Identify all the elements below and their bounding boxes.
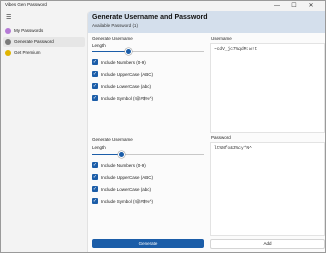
checkbox-checked-icon[interactable]: ✓ [92, 95, 98, 101]
option-label: Include LowerCase (abc) [101, 83, 152, 89]
page-title: Generate Username and Password [92, 14, 208, 21]
premium-icon [5, 50, 11, 56]
option-label: Include UpperCase (ABC) [101, 174, 154, 180]
page-subtitle: Available Password (1) [92, 23, 138, 28]
username-output-label: Username [211, 36, 232, 41]
lock-icon [5, 28, 11, 34]
option-label: Include Symbol (!@#$%^) [101, 95, 153, 101]
checkbox-checked-icon[interactable]: ✓ [92, 186, 98, 192]
maximize-button[interactable]: ☐ [287, 1, 301, 11]
option-label: Include Numbers (0-9) [101, 59, 146, 65]
app-window: Vibes Gen Password — ☐ ✕ ☰ My Passwords … [0, 0, 326, 253]
minimize-button[interactable]: — [270, 1, 284, 11]
sidebar-item-generate-password[interactable]: Generate Password [3, 37, 85, 47]
password-section-label: Generate Username [92, 137, 133, 142]
username-output-value: ~cdV_jc7%qdM:w!t [214, 47, 258, 52]
title-bar: Vibes Gen Password — ☐ ✕ [1, 1, 325, 11]
sidebar-item-my-passwords[interactable]: My Passwords [3, 26, 85, 36]
password-slider-fill [92, 154, 120, 155]
password-slider-thumb[interactable] [118, 151, 125, 158]
username-length-label: Length [92, 43, 106, 48]
sidebar-item-label: Generate Password [14, 39, 54, 44]
sidebar-item-get-premium[interactable]: Get Premium [3, 48, 85, 58]
generate-button[interactable]: Generate [92, 239, 204, 248]
password-output-label: Password [211, 135, 231, 140]
close-button[interactable]: ✕ [304, 1, 318, 11]
window-title: Vibes Gen Password [5, 2, 47, 7]
password-output-value: lt%Nfo&3%cy*N^ [214, 146, 252, 151]
checkbox-checked-icon[interactable]: ✓ [92, 59, 98, 65]
username-slider-thumb[interactable] [125, 48, 132, 55]
checkbox-checked-icon[interactable]: ✓ [92, 174, 98, 180]
add-button[interactable]: Add [210, 239, 325, 249]
checkbox-checked-icon[interactable]: ✓ [92, 162, 98, 168]
checkbox-checked-icon[interactable]: ✓ [92, 198, 98, 204]
key-icon [5, 39, 11, 45]
password-length-label: Length [92, 145, 106, 150]
main-content: Generate Username and Password Available… [87, 11, 325, 252]
page-header: Generate Username and Password Available… [88, 11, 325, 33]
option-label: Include UpperCase (ABC) [101, 71, 154, 77]
checkbox-checked-icon[interactable]: ✓ [92, 71, 98, 77]
checkbox-checked-icon[interactable]: ✓ [92, 83, 98, 89]
option-label: Include LowerCase (abc) [101, 186, 152, 192]
username-output-field[interactable]: ~cdV_jc7%qdM:w!t [210, 43, 325, 133]
option-label: Include Symbol (!@#$%^) [101, 198, 153, 204]
sidebar-item-label: Get Premium [14, 50, 41, 55]
username-slider-fill [92, 51, 126, 52]
option-label: Include Numbers (0-9) [101, 162, 146, 168]
password-output-field[interactable]: lt%Nfo&3%cy*N^ [210, 142, 325, 236]
sidebar: ☰ My Passwords Generate Password Get Pre… [1, 11, 87, 252]
username-section-label: Generate Username [92, 36, 133, 41]
hamburger-icon[interactable]: ☰ [6, 14, 11, 21]
sidebar-item-label: My Passwords [14, 28, 44, 33]
